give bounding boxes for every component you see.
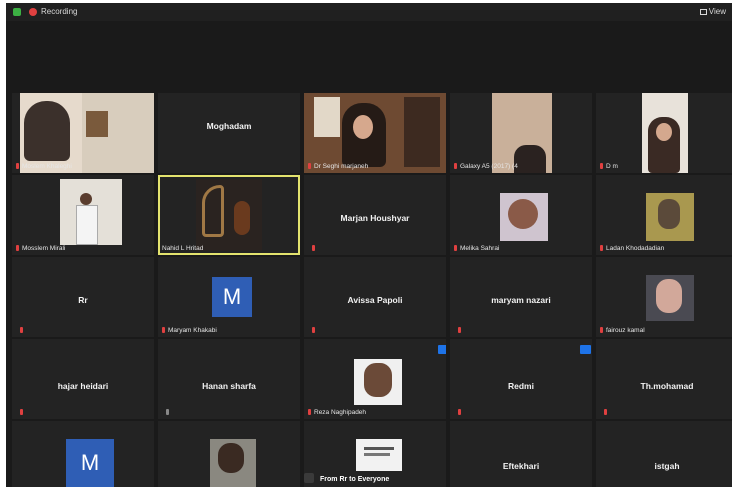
person-face [353,115,373,139]
grid-view-icon [699,9,707,15]
participant-name-label: Reza Naghipadeh [308,409,366,416]
participant-tile[interactable]: M [12,421,154,487]
participant-tile[interactable]: M Maryam Khakabi [158,257,300,337]
participant-tile[interactable]: Reza Naghipadeh [304,339,446,419]
participant-tile[interactable]: Moslem Khaleghi [12,93,154,173]
camera-badge-icon [580,345,591,354]
muted-mic-icon [454,163,457,169]
person-silhouette [76,205,98,245]
text-image-line [364,453,390,456]
text-image-line [364,447,394,450]
harp-shape [202,185,224,237]
participant-tile[interactable]: Dr Seghi marjaneh [304,93,446,173]
title-bar: Recording View [6,3,732,21]
participant-tile[interactable]: istgah [596,421,732,487]
avatar: M [66,439,114,487]
participant-name: Avissa Papoli [347,295,403,305]
participant-name-label: Moslem Khaleghi [16,163,72,170]
window-background [314,97,340,137]
muted-mic-icon [20,409,23,415]
muted-mic-icon [454,245,457,251]
meeting-window: Recording View Moslem Khaleghi Moghadam … [6,3,732,487]
participant-name: maryam nazari [491,295,551,305]
participant-name: Hanan sharfa [202,381,256,391]
active-speaker-tile[interactable]: Nahid L Hritad [158,175,300,255]
participant-name-label: Ladan Khodadadian [600,245,664,252]
muted-mic-icon [308,163,311,169]
person-silhouette [24,101,70,161]
participant-name-label: fairouz kamal [600,327,645,334]
muted-mic-icon [16,245,19,251]
muted-mic-icon [20,327,23,333]
participant-tile[interactable]: Redmi [450,339,592,419]
profile-face [218,443,244,473]
participant-tile[interactable]: Mosslem Mirali [12,175,154,255]
profile-face [508,199,538,229]
participant-tile[interactable]: Marjan Houshyar [304,175,446,255]
recording-icon [29,8,37,16]
person-face [656,123,672,141]
security-shield-icon[interactable] [13,8,21,16]
window-title: Recording [41,7,78,16]
participant-name: Moghadam [206,121,252,131]
participant-name: Eftekhari [502,461,540,471]
muted-mic-icon [600,163,603,169]
muted-mic-icon [308,409,311,415]
participant-tile[interactable]: Hanan sharfa [158,339,300,419]
participant-tile[interactable]: Ladan Khodadadian [596,175,732,255]
participant-name: Th.mohamad [640,381,694,391]
muted-mic-icon [312,327,315,333]
participant-tile[interactable]: Melika Sahrai [450,175,592,255]
avatar: M [212,277,252,317]
participant-name: istgah [654,461,680,471]
participant-name: Marjan Houshyar [340,213,410,223]
participant-tile[interactable]: hajar heidari [12,339,154,419]
participant-tile[interactable]: Rr [12,257,154,337]
chat-icon [304,473,314,483]
participant-name-label: Maryam Khakabi [162,327,217,334]
participant-tile[interactable]: Th.mohamad [596,339,732,419]
participant-name: hajar heidari [57,381,109,391]
wall-picture [86,111,108,137]
muted-mic-icon [458,327,461,333]
chat-notification[interactable]: From Rr to Everyone [304,473,424,487]
person-head [80,193,92,205]
person-silhouette [514,145,546,173]
profile-face [364,363,392,397]
participant-name-label: Melika Sahrai [454,245,499,252]
muted-mic-icon [600,327,603,333]
participant-tile[interactable] [158,421,300,487]
participant-tile[interactable]: Eftekhari [450,421,592,487]
participant-tile[interactable]: D m [596,93,732,173]
participant-tile[interactable]: maryam nazari [450,257,592,337]
muted-mic-icon [166,409,169,415]
participant-tile[interactable]: fairouz kamal [596,257,732,337]
participant-name-label: Galaxy A5 (2017) (4 [454,163,518,170]
view-button[interactable]: View [699,7,726,16]
muted-mic-icon [16,163,19,169]
profile-face [658,199,680,229]
profile-face [656,279,682,313]
muted-mic-icon [600,245,603,251]
muted-mic-icon [458,409,461,415]
muted-mic-icon [604,409,607,415]
participant-tile[interactable]: Avissa Papoli [304,257,446,337]
participant-name-label: D m [600,163,618,170]
participant-tile[interactable]: Moghadam [158,93,300,173]
participant-name: Redmi [508,381,534,391]
muted-mic-icon [312,245,315,251]
participant-name-label: Mosslem Mirali [16,245,65,252]
shelf [404,97,440,167]
cello-shape [234,201,250,235]
participant-name-label: Nahid L Hritad [162,245,204,252]
participant-name-label: Dr Seghi marjaneh [308,163,368,170]
participant-tile[interactable]: Galaxy A5 (2017) (4 [450,93,592,173]
muted-mic-icon [162,327,165,333]
participant-name: Rr [78,295,88,305]
camera-badge-icon [438,345,446,354]
